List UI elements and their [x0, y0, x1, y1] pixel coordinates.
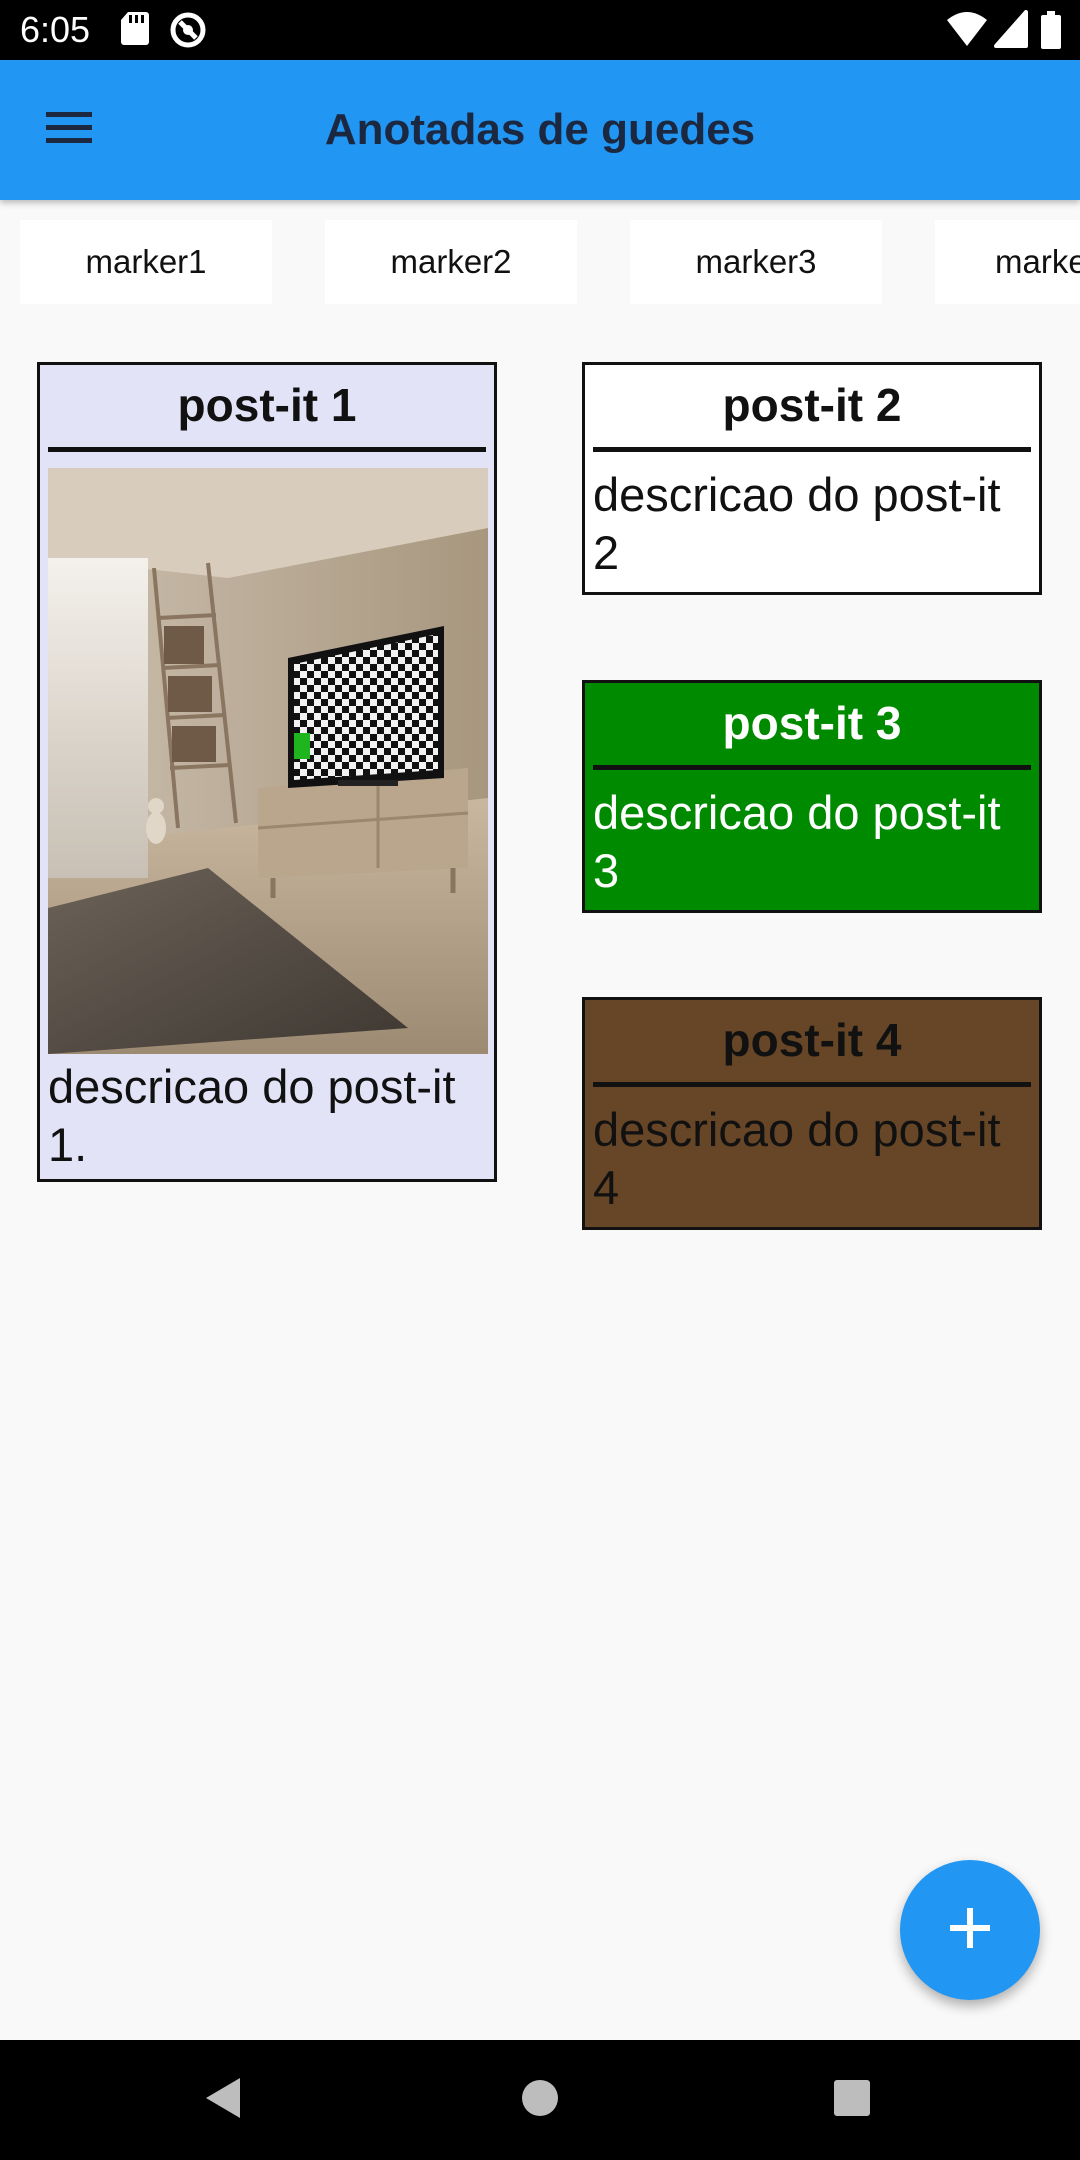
postit-divider	[593, 447, 1031, 452]
marker-label: marker1	[85, 243, 207, 280]
hamburger-menu-icon	[46, 110, 94, 151]
marker-chip-4[interactable]: marke	[935, 220, 1080, 304]
marker-chip-3[interactable]: marker3	[630, 220, 882, 304]
postit-description: descricao do post-it 1.	[48, 1060, 456, 1171]
add-postit-button[interactable]	[900, 1860, 1040, 2000]
recents-icon	[833, 2079, 871, 2122]
marker-label: marker3	[695, 243, 817, 280]
home-button[interactable]	[508, 2068, 572, 2132]
postit-description: descricao do post-it 4	[593, 1103, 1001, 1214]
postit-card-3[interactable]: post-it 3 descricao do post-it 3	[582, 680, 1042, 913]
postit-description: descricao do post-it 2	[593, 468, 1001, 579]
marker-label: marke	[995, 243, 1080, 280]
postit-card-2[interactable]: post-it 2 descricao do post-it 2	[582, 362, 1042, 595]
status-bar: 6:05	[0, 0, 1080, 60]
postit-divider	[593, 1082, 1031, 1087]
postit-title: post-it 4	[722, 1014, 902, 1066]
app-bar: Anotadas de guedes	[0, 60, 1080, 200]
marker-chip-1[interactable]: marker1	[20, 220, 272, 304]
postit-card-1[interactable]: post-it 1 descricao do post-it 1.	[37, 362, 497, 1182]
battery-icon	[1040, 10, 1062, 55]
content-area: marker1 marker2 marker3 marke post-it 1	[0, 200, 1080, 2040]
home-icon	[521, 2079, 559, 2122]
data-saver-icon	[168, 10, 208, 55]
menu-button[interactable]	[28, 98, 112, 162]
signal-icon	[994, 10, 1028, 53]
wifi-icon	[946, 10, 988, 53]
back-button[interactable]	[192, 2068, 256, 2132]
marker-row: marker1 marker2 marker3 marke	[0, 220, 1080, 304]
postit-description: descricao do post-it 3	[593, 786, 1001, 897]
postit-divider	[48, 447, 486, 452]
marker-chip-2[interactable]: marker2	[325, 220, 577, 304]
back-icon	[204, 2076, 244, 2125]
postit-title: post-it 2	[722, 379, 902, 431]
status-time: 6:05	[20, 9, 91, 50]
postit-title: post-it 3	[722, 697, 902, 749]
marker-label: marker2	[390, 243, 512, 280]
postit-title: post-it 1	[177, 379, 357, 431]
navigation-bar	[0, 2040, 1080, 2160]
page-title: Anotadas de guedes	[324, 105, 756, 154]
plus-icon	[948, 1906, 992, 1955]
recents-button[interactable]	[820, 2068, 884, 2132]
postit-card-4[interactable]: post-it 4 descricao do post-it 4	[582, 997, 1042, 1230]
postit-divider	[593, 765, 1031, 770]
sd-card-icon	[120, 10, 150, 51]
room-with-tv-image	[48, 468, 488, 1054]
